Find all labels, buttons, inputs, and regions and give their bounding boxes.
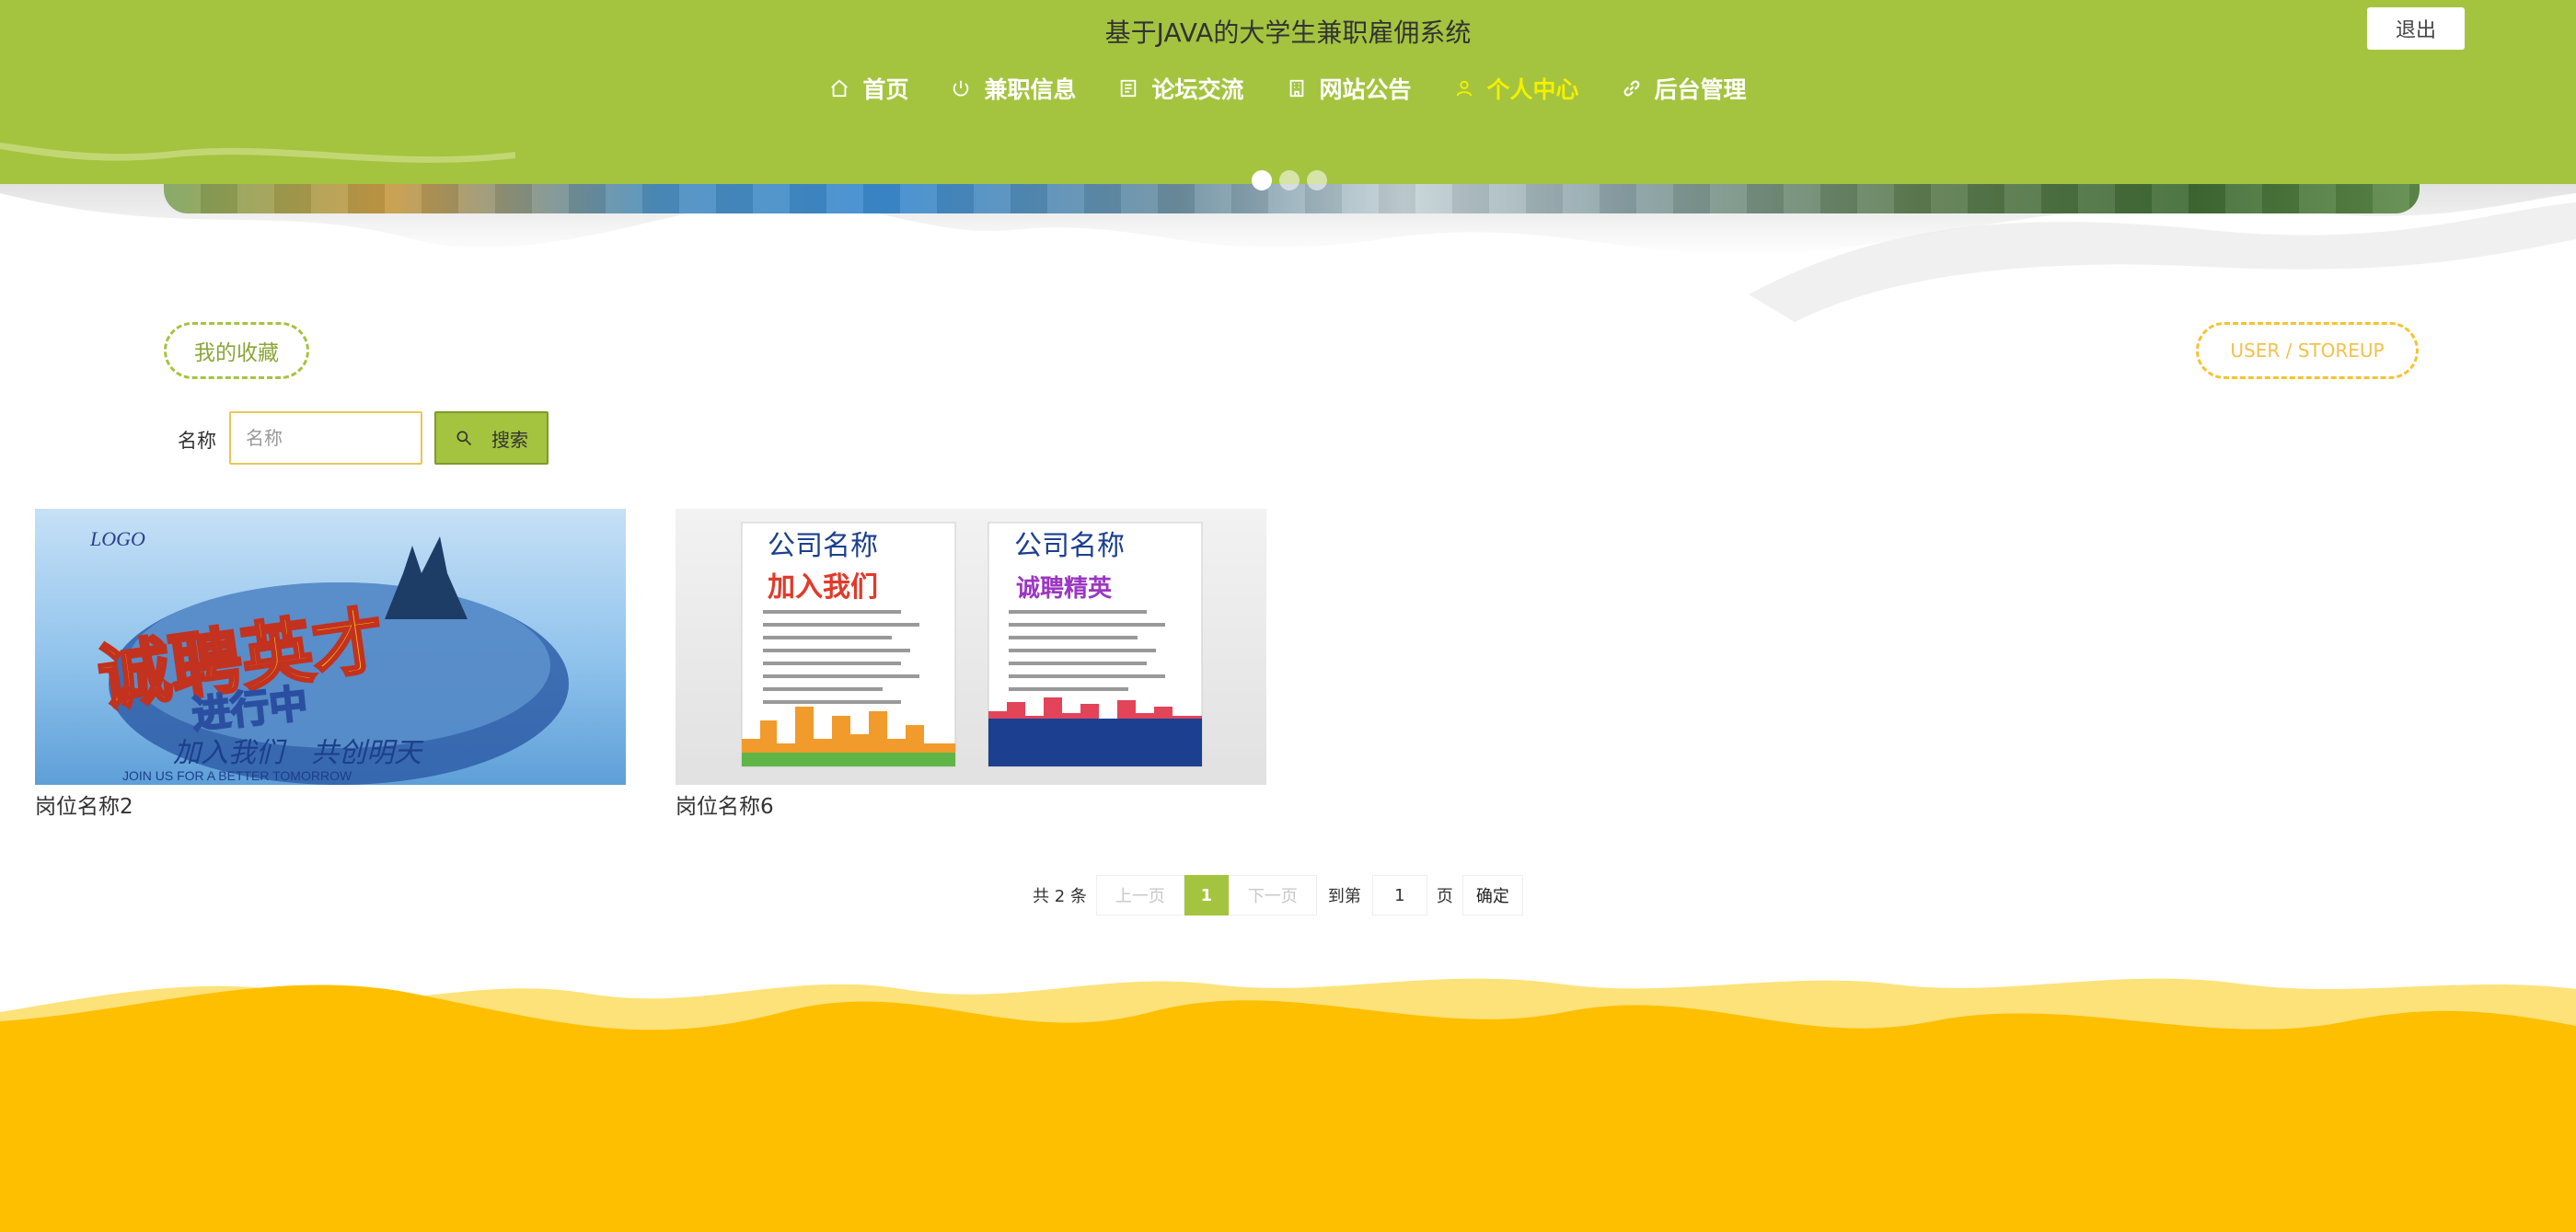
- poster-logo-text: LOGO: [89, 527, 145, 550]
- nav-item-admin[interactable]: 后台管理: [1622, 72, 1747, 105]
- favorite-card-title: 岗位名称2: [35, 795, 133, 819]
- header-wave-decoration: [0, 101, 2576, 163]
- page-unit-label: 页: [1436, 887, 1453, 906]
- job-image-recruiting: LOGO 诚聘英才 进行中 加入我们 共创明天 JOIN US FOR A BE…: [35, 509, 626, 785]
- carousel-dot[interactable]: [1307, 170, 1327, 190]
- nav-item-home[interactable]: 首页: [829, 72, 908, 105]
- recruiting-poster-art: LOGO 诚聘英才 进行中 加入我们 共创明天 JOIN US FOR A BE…: [89, 527, 569, 785]
- poster-right-slogan: 诚聘精英: [1016, 575, 1113, 603]
- nav-item-notice[interactable]: 网站公告: [1287, 72, 1412, 105]
- carousel-dot[interactable]: [1279, 170, 1300, 190]
- user-icon: [1456, 80, 1472, 97]
- search-button-label: 搜索: [491, 428, 528, 451]
- pagination-total: 共 2 条: [1033, 887, 1087, 906]
- nav-item-label: 论坛交流: [1151, 76, 1244, 103]
- site-title: 基于JAVA的大学生兼职雇佣系统: [1104, 17, 1472, 48]
- pagination: 共 2 条 上一页 1 下一页 到第 页 确定: [1023, 875, 1523, 915]
- search-input[interactable]: [229, 411, 422, 465]
- nav-item-label: 首页: [862, 76, 909, 103]
- document-icon: [1121, 79, 1137, 98]
- footer-wave-decoration: [0, 978, 2576, 1232]
- logout-button[interactable]: 退出: [2367, 7, 2465, 50]
- nav-item-label: 后台管理: [1654, 76, 1747, 103]
- goto-page-input[interactable]: [1371, 875, 1427, 915]
- carousel-dot[interactable]: [1252, 170, 1272, 190]
- nav-item-label: 兼职信息: [984, 76, 1077, 103]
- goto-confirm-button[interactable]: 确定: [1461, 875, 1523, 915]
- goto-label: 到第: [1327, 887, 1361, 906]
- carousel-indicators: [1252, 170, 1327, 190]
- search-button[interactable]: 搜索: [434, 411, 549, 465]
- link-icon: [1623, 80, 1639, 97]
- poster-english-text: JOIN US FOR A BETTER TOMORROW: [122, 768, 352, 783]
- nav-item-label: 网站公告: [1319, 76, 1412, 103]
- rollup-banner-art: 公司名称 加入我们 公司名称 诚聘精英: [741, 522, 1203, 767]
- poster-heading-right: 公司名称: [1014, 530, 1125, 562]
- favorite-card[interactable]: 公司名称 加入我们 公司名称 诚聘精英 岗位名称6: [676, 509, 1266, 820]
- nav-item-profile[interactable]: 个人中心: [1454, 72, 1579, 105]
- job-image-rollup-banners: 公司名称 加入我们 公司名称 诚聘精英: [676, 509, 1266, 785]
- main-nav: 首页 兼职信息 论坛交流 网站公告 个人中心 后台管理: [0, 72, 2576, 105]
- prev-page-button[interactable]: 上一页: [1095, 875, 1184, 915]
- favorite-card[interactable]: LOGO 诚聘英才 进行中 加入我们 共创明天 JOIN US FOR A BE…: [35, 509, 626, 820]
- nav-item-forum[interactable]: 论坛交流: [1118, 72, 1244, 105]
- search-label: 名称: [178, 430, 216, 452]
- poster-heading-left: 公司名称: [768, 530, 878, 562]
- home-icon: [831, 79, 849, 98]
- nav-item-jobs[interactable]: 兼职信息: [951, 72, 1076, 105]
- building-icon: [1289, 79, 1303, 98]
- page-number-current[interactable]: 1: [1184, 875, 1229, 915]
- favorite-card-title: 岗位名称6: [676, 795, 774, 819]
- search-icon: [456, 431, 472, 446]
- poster-bottom-text: 加入我们 共创明天: [173, 737, 424, 769]
- poster-left-slogan: 加入我们: [768, 571, 878, 604]
- power-icon: [953, 80, 969, 97]
- next-page-button[interactable]: 下一页: [1228, 875, 1317, 915]
- nav-item-label: 个人中心: [1486, 76, 1579, 103]
